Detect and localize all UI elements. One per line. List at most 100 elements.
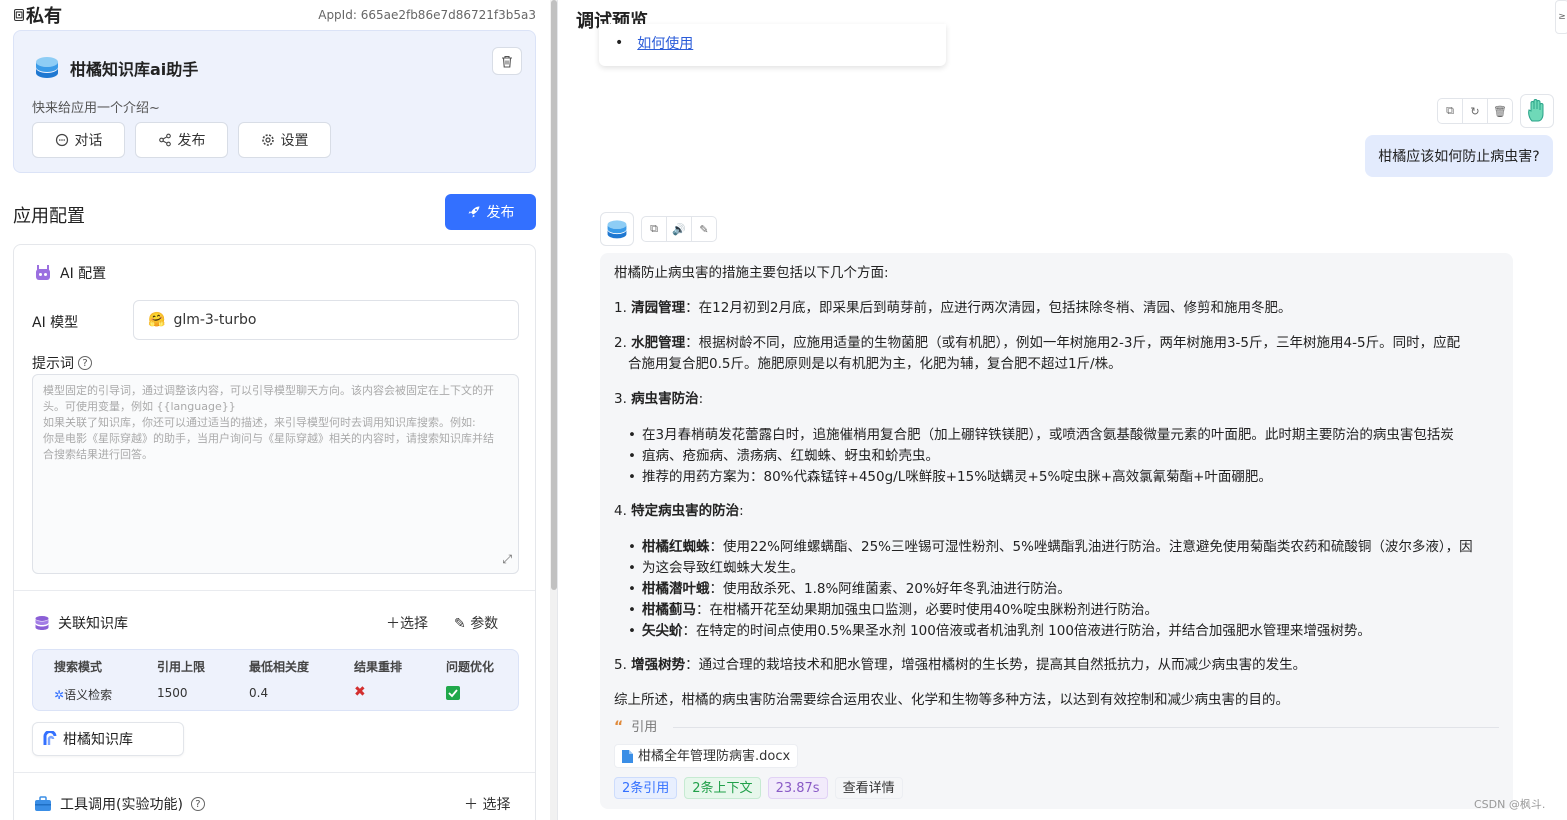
ai-model-label: AI 模型 xyxy=(32,315,79,331)
item-title: 增强树势 xyxy=(631,657,686,673)
expand-icon[interactable]: ⤢ xyxy=(502,551,512,567)
bullet: • xyxy=(615,35,624,51)
space-title: ⊡ 私有 xyxy=(14,2,62,28)
app-intro[interactable]: 快来给应用一个介绍~ xyxy=(32,97,160,116)
item-title: 特定病虫害的防治 xyxy=(631,503,740,519)
chat-bubble-icon xyxy=(55,133,68,147)
answer-summary: 综上所述，柑橘的病虫害防治需要综合运用农业、化学和生物等多种方法，以达到有效控制… xyxy=(614,692,1289,708)
delete-app-button[interactable] xyxy=(492,47,522,75)
edit-icon[interactable]: ✎ xyxy=(692,217,716,241)
item-text: ：通过合理的栽培技术和肥水管理，增强柑橘树的生长势，提高其自然抵抗力，从而减少病… xyxy=(685,657,1307,673)
copy-icon[interactable]: ⧉ xyxy=(642,217,667,241)
app-name: 柑橘知识库ai助手 xyxy=(70,60,199,79)
bullet-text: ：使用敌杀死、1.8%阿维菌素、20%好年冬乳油进行防治。 xyxy=(709,581,1071,597)
divider xyxy=(14,590,535,591)
publish-button-label: 发布 xyxy=(177,133,206,149)
citation-file-name: 柑橘全年管理防病害.docx xyxy=(638,748,791,764)
kb-section-label: 关联知识库 xyxy=(58,616,128,632)
kb-select-button[interactable]: ＋选择 xyxy=(386,613,428,633)
bot-message-toolbar: ⧉ 🔊 ✎ xyxy=(641,216,717,242)
left-header: ⊡ 私有 AppId: 665ae2fb86e7d86721f3b5a3 xyxy=(14,2,536,28)
app-action-buttons: 对话 发布 设置 xyxy=(32,122,331,158)
prompt-placeholder-line: 模型固定的引导词，通过调整该内容，可以引导模型聊天方向。该内容会被固定在上下文的… xyxy=(43,384,494,397)
user-message-bubble: 柑橘应该如何防止病虫害? xyxy=(1365,135,1553,177)
user-avatar xyxy=(1520,94,1554,128)
tools-select-button[interactable]: ＋ 选择 xyxy=(464,794,510,814)
bullet-text: 为这会导致红蜘蛛大发生。 xyxy=(642,560,804,576)
tools-section-label: 工具调用(实验功能) xyxy=(60,797,183,813)
ai-model-select[interactable]: 🤗 glm-3-turbo xyxy=(133,300,519,340)
settings-button[interactable]: 设置 xyxy=(238,122,331,158)
prompt-placeholder-line: 如果关联了知识库，你还可以通过适当的描述，来引导模型何时去调用知识库搜索。例如: xyxy=(43,416,476,429)
ai-config-label: AI 配置 xyxy=(60,266,107,282)
copy-icon[interactable]: ⧉ xyxy=(1438,99,1463,123)
chat-button-label: 对话 xyxy=(74,133,103,149)
app-logo-icon xyxy=(607,220,627,239)
trash-icon[interactable]: 🗑 xyxy=(1488,99,1512,123)
rocket-icon xyxy=(468,206,479,218)
left-panel: ⊡ 私有 AppId: 665ae2fb86e7d86721f3b5a3 柑橘知… xyxy=(0,0,548,820)
kb-actions: ＋选择 ✎ 参数 xyxy=(386,613,498,633)
refresh-icon[interactable]: ↻ xyxy=(1463,99,1488,123)
answer-item-3: 3. 病虫害防治: xyxy=(614,391,704,407)
answer-bullet-cont: 疽病、疮痂病、溃疡病、红蜘蛛、蚜虫和蚧壳虫。 xyxy=(628,446,1488,467)
tools-section-title: 工具调用(实验功能) ? xyxy=(34,794,205,814)
rerank-off-icon: ✖ xyxy=(354,684,366,700)
trash-icon xyxy=(502,55,512,68)
left-scrollbar[interactable] xyxy=(550,0,558,820)
citation-label: 引用 xyxy=(631,720,658,735)
settings-button-label: 设置 xyxy=(280,133,309,149)
database-icon xyxy=(35,616,49,630)
answer-item-1: 1. 清园管理：在12月初到2月底，即采果后到萌芽前，应进行两次清园，包括抹除冬… xyxy=(614,300,1292,316)
help-icon[interactable]: ? xyxy=(190,797,205,811)
prompt-placeholder-line: 合搜索结果进行回答。 xyxy=(43,448,153,461)
quotes-tag[interactable]: 2条引用 xyxy=(614,777,678,799)
quote-icon: “ xyxy=(614,719,624,735)
kb-header: 最低相关度 xyxy=(249,660,310,674)
kb-header: 引用上限 xyxy=(157,660,206,674)
prompt-textarea[interactable]: 模型固定的引导词，通过调整该内容，可以引导模型聊天方向。该内容会被固定在上下文的… xyxy=(32,374,519,574)
watermark: CSDN @枫斗. xyxy=(1474,798,1546,811)
previous-message-card: • 如何使用 xyxy=(599,24,946,66)
kb-item[interactable]: 柑橘知识库 xyxy=(32,722,184,756)
kb-limit: 1500 xyxy=(157,686,188,700)
prompt-label-text: 提示词 xyxy=(32,356,74,372)
details-button[interactable]: 查看详情 xyxy=(834,777,903,799)
kb-section-title: 关联知识库 xyxy=(34,613,128,633)
publish-config-button[interactable]: 发布 xyxy=(445,194,536,230)
app-logo-icon xyxy=(36,57,58,78)
ai-model-value: glm-3-turbo xyxy=(173,312,257,328)
bullet-text: ：使用22%阿维螺螨酯、25%三唑锡可湿性粉剂、5%唑螨酯乳油进行防治。注意避免… xyxy=(709,539,1473,555)
divider xyxy=(14,772,535,773)
share-icon xyxy=(158,133,171,147)
list-item: • 如何使用 xyxy=(615,33,693,53)
kb-min-relevance: 0.4 xyxy=(249,686,269,700)
answer-intro: 柑橘防止病虫害的措施主要包括以下几个方面: xyxy=(614,265,889,281)
citation-file[interactable]: 柑橘全年管理防病害.docx xyxy=(614,744,799,768)
kb-params-button[interactable]: ✎ 参数 xyxy=(454,613,498,633)
help-icon[interactable]: ? xyxy=(78,356,92,370)
answer-item-2: 2. 水肥管理：根据树龄不同，应施用适量的生物菌肥（或有机肥），例如一年树施用2… xyxy=(614,335,1461,351)
answer-bullet: 推荐的用药方案为：80%代森锰锌+450g/L咪鲜胺+15%哒螨灵+5%啶虫脒+… xyxy=(628,467,1488,488)
citation-header: “ 引用 xyxy=(614,717,1499,738)
bullet-text: 疽病、疮痂病、溃疡病、红蜘蛛、蚜虫和蚧壳虫。 xyxy=(642,448,939,464)
scrollbar-thumb[interactable] xyxy=(551,0,557,590)
divider xyxy=(673,727,1499,728)
kb-header: 问题优化 xyxy=(446,660,495,674)
answer-bullet-cont: 为这会导致红蜘蛛大发生。 xyxy=(628,558,1488,579)
chat-button[interactable]: 对话 xyxy=(32,122,125,158)
answer-bullet: 在3月春梢萌发花蕾露白时，追施催梢用复合肥（加上硼锌铁镁肥），或喷洒含氨基酸微量… xyxy=(628,425,1488,446)
speaker-icon[interactable]: 🔊 xyxy=(667,217,692,241)
publish-button[interactable]: 发布 xyxy=(135,122,228,158)
hand-avatar-icon xyxy=(1528,99,1544,122)
corner-toggle-icon[interactable]: ≥ xyxy=(1555,0,1567,34)
kb-select-label: 选择 xyxy=(400,616,428,632)
how-to-use-link[interactable]: 如何使用 xyxy=(637,33,693,53)
config-title: 应用配置 xyxy=(13,206,85,227)
bullet-title: 柑橘红蜘蛛 xyxy=(642,539,710,555)
prompt-placeholder-line: 你是电影《星际穿越》的助手，当用户询问与《星际穿越》相关的内容时，请搜索知识库并… xyxy=(43,432,494,445)
context-tag[interactable]: 2条上下文 xyxy=(684,777,761,799)
bullet-title: 矢尖蚧 xyxy=(642,623,683,639)
item-text: ：根据树龄不同，应施用适量的生物菌肥（或有机肥），例如一年树施用2-3斤，两年树… xyxy=(685,335,1461,351)
edit-icon: ✎ xyxy=(454,616,471,632)
